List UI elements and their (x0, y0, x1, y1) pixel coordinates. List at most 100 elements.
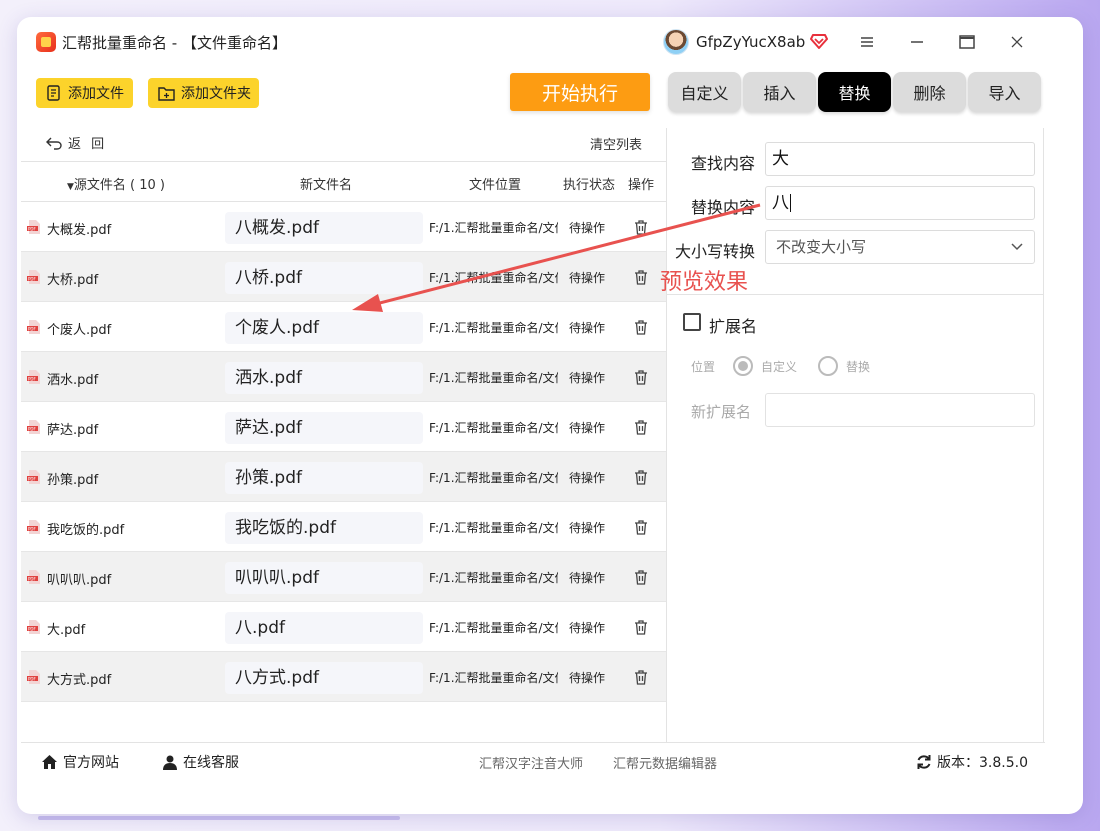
source-filename: 大桥.pdf (47, 273, 99, 288)
extension-checkbox[interactable] (683, 313, 701, 331)
app-logo-icon (36, 32, 56, 52)
find-input[interactable]: 大 (765, 142, 1035, 176)
file-location: F:/1.汇帮批量重命名/文件 (429, 371, 558, 385)
svg-text:PDF: PDF (28, 526, 36, 531)
new-filename-input[interactable]: 八方式.pdf (225, 662, 423, 694)
list-header: ▼源文件名 ( 10 ) 新文件名 文件位置 执行状态 操作 (21, 161, 666, 202)
home-icon (42, 755, 57, 769)
trash-icon[interactable] (633, 569, 649, 585)
back-button[interactable]: 返 回 (46, 133, 107, 152)
close-icon[interactable] (1005, 30, 1029, 54)
replace-input[interactable]: 八 (765, 186, 1035, 220)
source-filename: 萨达.pdf (47, 423, 99, 438)
minimize-icon[interactable] (905, 30, 929, 54)
tab-delete[interactable]: 删除 (893, 72, 966, 112)
file-location: F:/1.汇帮批量重命名/文件 (429, 671, 558, 685)
new-filename-input[interactable]: 八.pdf (225, 612, 423, 644)
chevron-down-icon (1011, 243, 1023, 251)
start-button[interactable]: 开始执行 (510, 73, 650, 111)
table-row[interactable]: PDF 叭叭叭.pdf 叭叭叭.pdf F:/1.汇帮批量重命名/文件 待操作 (21, 552, 666, 602)
add-file-icon (47, 85, 60, 101)
radio-custom[interactable] (733, 356, 753, 376)
new-filename-input[interactable]: 洒水.pdf (225, 362, 423, 394)
table-row[interactable]: PDF 孙策.pdf 孙策.pdf F:/1.汇帮批量重命名/文件 待操作 (21, 452, 666, 502)
taskbar-strip (38, 816, 400, 820)
new-filename-input[interactable]: 孙策.pdf (225, 462, 423, 494)
new-filename-input[interactable]: 八桥.pdf (225, 262, 423, 294)
new-filename-input[interactable]: 萨达.pdf (225, 412, 423, 444)
table-row[interactable]: PDF 大桥.pdf 八桥.pdf F:/1.汇帮批量重命名/文件 待操作 (21, 252, 666, 302)
add-folder-label: 添加文件夹 (181, 86, 251, 102)
new-filename-input[interactable]: 我吃饭的.pdf (225, 512, 423, 544)
radio-replace-label: 替换 (846, 360, 871, 374)
trash-icon[interactable] (633, 469, 649, 485)
new-extension-input[interactable] (765, 393, 1035, 427)
trash-icon[interactable] (633, 669, 649, 685)
username[interactable]: GfpZyYucX8ab (696, 31, 805, 53)
pdf-file-icon: PDF (27, 670, 40, 684)
trash-icon[interactable] (633, 219, 649, 235)
svg-text:PDF: PDF (28, 576, 36, 581)
tab-insert[interactable]: 插入 (743, 72, 816, 112)
table-row[interactable]: PDF 洒水.pdf 洒水.pdf F:/1.汇帮批量重命名/文件 待操作 (21, 352, 666, 402)
case-select[interactable]: 不改变大小写 (765, 230, 1035, 264)
user-avatar[interactable] (663, 29, 689, 55)
table-row[interactable]: PDF 大.pdf 八.pdf F:/1.汇帮批量重命名/文件 待操作 (21, 602, 666, 652)
header-location: 文件位置 (469, 178, 522, 193)
add-file-button[interactable]: 添加文件 (36, 78, 133, 108)
vip-diamond-icon[interactable] (810, 32, 828, 50)
maximize-icon[interactable] (955, 30, 979, 54)
table-row[interactable]: PDF 我吃饭的.pdf 我吃饭的.pdf F:/1.汇帮批量重命名/文件 待操作 (21, 502, 666, 552)
metadata-tool-link[interactable]: 汇帮元数据编辑器 (613, 753, 717, 772)
support-link[interactable]: 在线客服 (162, 752, 239, 772)
pinyin-tool-link[interactable]: 汇帮汉字注音大师 (479, 753, 583, 772)
trash-icon[interactable] (633, 269, 649, 285)
table-row[interactable]: PDF 萨达.pdf 萨达.pdf F:/1.汇帮批量重命名/文件 待操作 (21, 402, 666, 452)
website-label: 官方网站 (63, 755, 119, 771)
status-text: 待操作 (569, 621, 606, 635)
status-text: 待操作 (569, 671, 606, 685)
svg-text:PDF: PDF (28, 326, 36, 331)
file-location: F:/1.汇帮批量重命名/文件 (429, 421, 558, 435)
source-filename: 个废人.pdf (47, 323, 112, 338)
website-link[interactable]: 官方网站 (41, 752, 119, 772)
status-text: 待操作 (569, 271, 606, 285)
support-label: 在线客服 (183, 755, 239, 771)
panel-edge (1043, 128, 1044, 742)
sort-source-header[interactable]: ▼源文件名 ( 10 ) (67, 174, 165, 193)
table-row[interactable]: PDF 大方式.pdf 八方式.pdf F:/1.汇帮批量重命名/文件 待操作 (21, 652, 666, 702)
status-text: 待操作 (569, 471, 606, 485)
tab-custom[interactable]: 自定义 (668, 72, 741, 112)
new-filename-input[interactable]: 八概发.pdf (225, 212, 423, 244)
new-filename-input[interactable]: 个废人.pdf (225, 312, 423, 344)
add-folder-button[interactable]: 添加文件夹 (148, 78, 259, 108)
add-folder-icon (158, 86, 175, 101)
pdf-file-icon: PDF (27, 570, 40, 584)
table-row[interactable]: PDF 个废人.pdf 个废人.pdf F:/1.汇帮批量重命名/文件 待操作 (21, 302, 666, 352)
source-filename: 洒水.pdf (47, 373, 99, 388)
add-file-label: 添加文件 (68, 86, 124, 102)
pdf-file-icon: PDF (27, 370, 40, 384)
trash-icon[interactable] (633, 319, 649, 335)
trash-icon[interactable] (633, 369, 649, 385)
clear-list-button[interactable]: 清空列表 (590, 134, 642, 153)
source-filename: 大概发.pdf (47, 223, 112, 238)
radio-replace[interactable] (818, 356, 838, 376)
panel-divider (666, 128, 667, 742)
new-filename-input[interactable]: 叭叭叭.pdf (225, 562, 423, 594)
header-new-name: 新文件名 (300, 178, 353, 193)
tab-replace[interactable]: 替换 (818, 72, 891, 112)
trash-icon[interactable] (633, 519, 649, 535)
tab-import[interactable]: 导入 (968, 72, 1041, 112)
menu-icon[interactable] (855, 30, 879, 54)
file-location: F:/1.汇帮批量重命名/文件 (429, 521, 558, 535)
pdf-file-icon: PDF (27, 220, 40, 234)
table-row[interactable]: PDF 大概发.pdf 八概发.pdf F:/1.汇帮批量重命名/文件 待操作 (21, 202, 666, 252)
trash-icon[interactable] (633, 419, 649, 435)
svg-text:PDF: PDF (28, 476, 36, 481)
version-label: 版本：3.8.5.0 (937, 755, 1028, 771)
status-text: 待操作 (569, 521, 606, 535)
back-arrow-icon (46, 137, 62, 150)
trash-icon[interactable] (633, 619, 649, 635)
version-info[interactable]: 版本：3.8.5.0 (916, 752, 1028, 772)
